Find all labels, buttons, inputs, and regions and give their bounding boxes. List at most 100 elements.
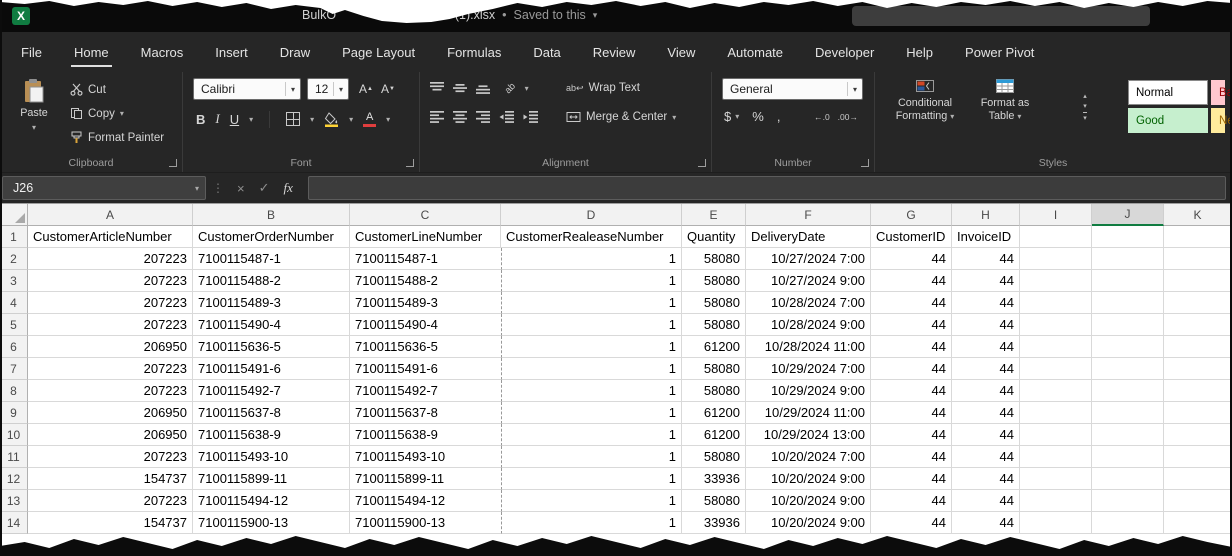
cell-J11[interactable] (1092, 446, 1164, 468)
excel-app-icon[interactable]: X (12, 7, 30, 25)
cell-H7[interactable]: 44 (952, 358, 1020, 380)
tab-automate[interactable]: Automate (724, 32, 786, 72)
cell-J8[interactable] (1092, 380, 1164, 402)
row-header-12[interactable]: 12 (0, 468, 28, 490)
cell-F1[interactable]: DeliveryDate (746, 226, 871, 248)
increase-indent-button[interactable] (523, 107, 538, 127)
cell-C2[interactable]: 7100115487-1 (350, 248, 501, 270)
tab-file[interactable]: File (18, 32, 45, 72)
cell-C6[interactable]: 7100115636-5 (350, 336, 501, 358)
cell-D14[interactable]: 1 (501, 512, 682, 534)
cell-K5[interactable] (1164, 314, 1232, 336)
cell-A2[interactable]: 207223 (28, 248, 193, 270)
cell-H14[interactable]: 44 (952, 512, 1020, 534)
conditional-formatting-button[interactable]: Conditional Formatting ▾ (885, 78, 965, 154)
cell-C14[interactable]: 7100115900-13 (350, 512, 501, 534)
tab-view[interactable]: View (664, 32, 698, 72)
format-painter-button[interactable]: Format Painter (70, 127, 164, 148)
cell-G2[interactable]: 44 (871, 248, 952, 270)
cell-B1[interactable]: CustomerOrderNumber (193, 226, 350, 248)
chevron-down-icon[interactable]: ▾ (349, 115, 353, 124)
cell-G3[interactable]: 44 (871, 270, 952, 292)
cell-G11[interactable]: 44 (871, 446, 952, 468)
align-left-button[interactable] (430, 107, 444, 127)
align-top-button[interactable] (430, 78, 444, 98)
cell-F3[interactable]: 10/27/2024 9:00 (746, 270, 871, 292)
shrink-font-button[interactable]: A▼ (381, 79, 395, 99)
insert-function-button[interactable]: fx (284, 180, 293, 196)
cell-D4[interactable]: 1 (501, 292, 682, 314)
cell-F10[interactable]: 10/29/2024 13:00 (746, 424, 871, 446)
cell-K12[interactable] (1164, 468, 1232, 490)
cell-G12[interactable]: 44 (871, 468, 952, 490)
cell-E12[interactable]: 33936 (682, 468, 746, 490)
increase-decimal-button[interactable]: ←.0 (814, 112, 830, 122)
merge-center-button[interactable]: Merge & Center ▾ (566, 111, 676, 123)
chevron-down-icon[interactable]: ▾ (386, 115, 390, 124)
chevron-down-icon[interactable]: ▾ (735, 112, 739, 121)
cell-I7[interactable] (1020, 358, 1092, 380)
row-header-13[interactable]: 13 (0, 490, 28, 512)
cell-G8[interactable]: 44 (871, 380, 952, 402)
cell-G14[interactable]: 44 (871, 512, 952, 534)
cell-A3[interactable]: 207223 (28, 270, 193, 292)
cell-D6[interactable]: 1 (501, 336, 682, 358)
cell-I8[interactable] (1020, 380, 1092, 402)
cell-K4[interactable] (1164, 292, 1232, 314)
cell-K10[interactable] (1164, 424, 1232, 446)
cell-D3[interactable]: 1 (501, 270, 682, 292)
cell-F6[interactable]: 10/28/2024 11:00 (746, 336, 871, 358)
cell-B10[interactable]: 7100115638-9 (193, 424, 350, 446)
cell-I6[interactable] (1020, 336, 1092, 358)
cell-A11[interactable]: 207223 (28, 446, 193, 468)
cell-A8[interactable]: 207223 (28, 380, 193, 402)
enter-button[interactable]: ✓ (259, 180, 270, 196)
fill-color-button[interactable] (324, 109, 339, 129)
cell-D5[interactable]: 1 (501, 314, 682, 336)
cell-C11[interactable]: 7100115493-10 (350, 446, 501, 468)
cell-K6[interactable] (1164, 336, 1232, 358)
cell-H1[interactable]: InvoiceID (952, 226, 1020, 248)
cell-J12[interactable] (1092, 468, 1164, 490)
column-header-J[interactable]: J (1092, 204, 1164, 226)
cell-I1[interactable] (1020, 226, 1092, 248)
cell-C13[interactable]: 7100115494-12 (350, 490, 501, 512)
row-header-3[interactable]: 3 (0, 270, 28, 292)
decrease-indent-button[interactable] (499, 107, 514, 127)
cell-I14[interactable] (1020, 512, 1092, 534)
row-header-14[interactable]: 14 (0, 512, 28, 534)
chevron-down-icon[interactable]: ▾ (195, 184, 199, 193)
cell-F2[interactable]: 10/27/2024 7:00 (746, 248, 871, 270)
row-header-9[interactable]: 9 (0, 402, 28, 424)
cell-B2[interactable]: 7100115487-1 (193, 248, 350, 270)
row-header-10[interactable]: 10 (0, 424, 28, 446)
cell-C9[interactable]: 7100115637-8 (350, 402, 501, 424)
cell-C12[interactable]: 7100115899-11 (350, 468, 501, 490)
column-header-B[interactable]: B (193, 204, 350, 226)
cell-A1[interactable]: CustomerArticleNumber (28, 226, 193, 248)
cell-H6[interactable]: 44 (952, 336, 1020, 358)
cell-H8[interactable]: 44 (952, 380, 1020, 402)
cell-D10[interactable]: 1 (501, 424, 682, 446)
cell-E4[interactable]: 58080 (682, 292, 746, 314)
cell-A6[interactable]: 206950 (28, 336, 193, 358)
cell-F13[interactable]: 10/20/2024 9:00 (746, 490, 871, 512)
cell-E2[interactable]: 58080 (682, 248, 746, 270)
grow-font-button[interactable]: A▲ (359, 79, 373, 99)
cell-I10[interactable] (1020, 424, 1092, 446)
cancel-button[interactable]: × (237, 181, 245, 196)
row-header-1[interactable]: 1 (0, 226, 28, 248)
tab-insert[interactable]: Insert (212, 32, 251, 72)
italic-button[interactable]: I (215, 109, 219, 129)
cell-C10[interactable]: 7100115638-9 (350, 424, 501, 446)
formula-input[interactable] (308, 176, 1226, 200)
cell-J14[interactable] (1092, 512, 1164, 534)
cell-G1[interactable]: CustomerID (871, 226, 952, 248)
cell-K7[interactable] (1164, 358, 1232, 380)
column-header-H[interactable]: H (952, 204, 1020, 226)
cell-H9[interactable]: 44 (952, 402, 1020, 424)
cell-K9[interactable] (1164, 402, 1232, 424)
column-header-C[interactable]: C (350, 204, 501, 226)
row-header-2[interactable]: 2 (0, 248, 28, 270)
cell-E10[interactable]: 61200 (682, 424, 746, 446)
